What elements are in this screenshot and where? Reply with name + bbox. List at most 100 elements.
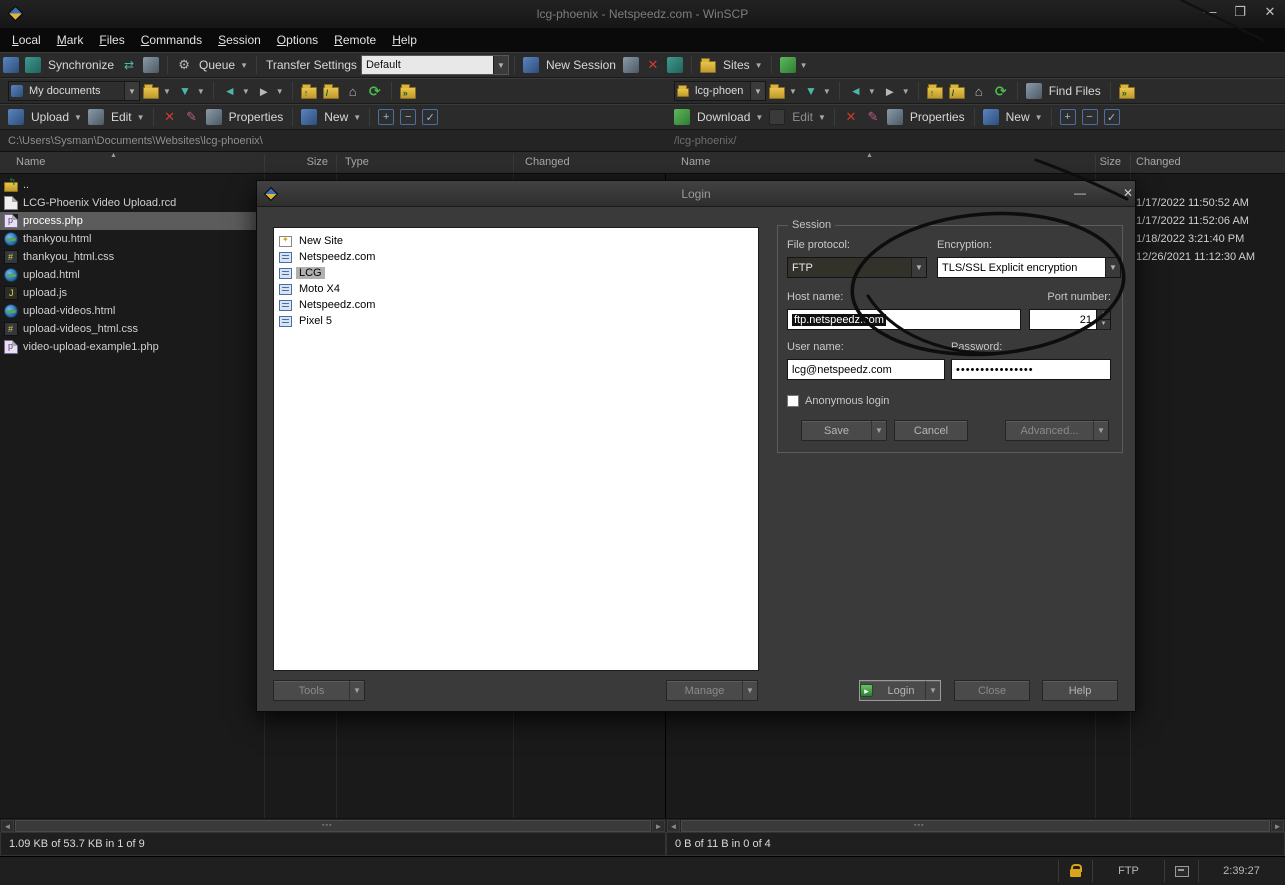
- forward-icon[interactable]: ►: [882, 83, 898, 99]
- edit-icon[interactable]: [88, 109, 104, 125]
- queue-gear-icon[interactable]: ⚙: [176, 57, 192, 73]
- right-horizontal-scrollbar[interactable]: ◄ ▪▪▪ ►: [666, 818, 1285, 832]
- home-directory-icon[interactable]: ⌂: [971, 83, 987, 99]
- chevron-down-icon[interactable]: ▼: [911, 258, 926, 277]
- transfer-settings-combo[interactable]: Default ▼: [361, 55, 509, 75]
- new-button[interactable]: New: [1006, 110, 1030, 124]
- scroll-right-icon[interactable]: ►: [1271, 820, 1284, 832]
- column-size[interactable]: Size: [1066, 156, 1121, 168]
- open-directory-icon[interactable]: [143, 87, 159, 99]
- copy-path-icon[interactable]: »: [1119, 87, 1135, 99]
- new-file-icon[interactable]: [301, 109, 317, 125]
- compare-icon[interactable]: ⇄: [121, 57, 137, 73]
- menu-session[interactable]: Session: [210, 29, 269, 51]
- upload-icon[interactable]: [8, 109, 24, 125]
- duplicate-session-icon[interactable]: [623, 57, 639, 73]
- column-size[interactable]: Size: [268, 156, 328, 168]
- spin-up-icon[interactable]: ▲: [1097, 310, 1110, 320]
- download-button[interactable]: Download: [697, 110, 750, 124]
- manage-dropdown-icon[interactable]: ▼: [742, 681, 757, 700]
- menu-mark[interactable]: Mark: [49, 29, 92, 51]
- menu-local[interactable]: Local: [4, 29, 49, 51]
- site-item[interactable]: New Site: [277, 233, 755, 249]
- refresh-icon[interactable]: ⟳: [993, 83, 1009, 99]
- properties-button[interactable]: Properties: [910, 110, 965, 124]
- help-button[interactable]: Help: [1042, 680, 1118, 701]
- column-changed[interactable]: Changed: [525, 156, 570, 168]
- upload-button[interactable]: Upload: [31, 110, 69, 124]
- scrollbar-thumb[interactable]: [681, 820, 1270, 832]
- back-icon[interactable]: ◄: [222, 83, 238, 99]
- new-session-button[interactable]: New Session: [546, 58, 616, 72]
- host-name-input[interactable]: ftp.netspeedz.com: [787, 309, 1021, 330]
- scroll-right-icon[interactable]: ►: [652, 820, 665, 832]
- cancel-button[interactable]: Cancel: [894, 420, 968, 441]
- right-drive-combo[interactable]: lcg-phoen ▼: [674, 81, 766, 101]
- scroll-left-icon[interactable]: ◄: [1, 820, 14, 832]
- site-item[interactable]: Netspeedz.com: [277, 249, 755, 265]
- close-dialog-button[interactable]: Close: [954, 680, 1030, 701]
- synchronize-browsing-icon[interactable]: [143, 57, 159, 73]
- site-item-selected[interactable]: LCG: [277, 265, 755, 281]
- forward-icon[interactable]: ►: [256, 83, 272, 99]
- close-session-icon[interactable]: ✕: [645, 57, 661, 73]
- right-address-bar[interactable]: /lcg-phoenix/: [666, 130, 1285, 152]
- file-protocol-combo[interactable]: FTP ▼: [787, 257, 927, 278]
- root-directory-icon[interactable]: /: [949, 87, 965, 99]
- open-directory-icon[interactable]: [769, 87, 785, 99]
- synchronize-icon[interactable]: [25, 57, 41, 73]
- select-all-icon[interactable]: +: [1060, 109, 1076, 125]
- root-directory-icon[interactable]: /: [323, 87, 339, 99]
- tools-button[interactable]: Tools ▼: [273, 680, 365, 701]
- protocol-cell[interactable]: FTP: [1092, 860, 1164, 882]
- parent-directory-icon[interactable]: ↑: [927, 87, 943, 99]
- save-button[interactable]: Save ▼: [801, 420, 887, 441]
- console-cell[interactable]: [1164, 860, 1198, 882]
- download-icon[interactable]: [674, 109, 690, 125]
- save-dropdown-icon[interactable]: ▼: [871, 421, 886, 440]
- rename-icon[interactable]: ✎: [184, 109, 200, 125]
- menu-remote[interactable]: Remote: [326, 29, 384, 51]
- menu-commands[interactable]: Commands: [133, 29, 210, 51]
- find-files-icon[interactable]: [1026, 83, 1042, 99]
- password-input[interactable]: ••••••••••••••••: [951, 359, 1111, 380]
- column-changed[interactable]: Changed: [1136, 156, 1181, 168]
- unselect-all-icon[interactable]: −: [1082, 109, 1098, 125]
- delete-icon[interactable]: ✕: [162, 109, 178, 125]
- scrollbar-thumb[interactable]: [15, 820, 651, 832]
- menu-options[interactable]: Options: [269, 29, 326, 51]
- column-name[interactable]: Name: [16, 156, 45, 168]
- menu-help[interactable]: Help: [384, 29, 425, 51]
- port-number-input[interactable]: 21 ▲▼: [1029, 309, 1111, 330]
- minimize-button[interactable]: —: [1201, 4, 1219, 20]
- encryption-lock-cell[interactable]: [1058, 860, 1092, 882]
- workspace-icon[interactable]: [667, 57, 683, 73]
- column-type[interactable]: Type: [345, 156, 369, 168]
- edit-icon[interactable]: [769, 109, 785, 125]
- properties-icon[interactable]: [887, 109, 903, 125]
- filter-icon[interactable]: ▼: [177, 83, 193, 99]
- queue-button[interactable]: Queue: [199, 58, 235, 72]
- close-button[interactable]: ✕: [1261, 4, 1279, 20]
- color-scheme-icon[interactable]: [780, 57, 796, 73]
- column-name[interactable]: Name: [681, 156, 710, 168]
- invert-selection-icon[interactable]: ✓: [422, 109, 438, 125]
- chevron-down-icon[interactable]: ▼: [493, 56, 508, 74]
- dialog-title-bar[interactable]: Login — ✕: [257, 181, 1135, 207]
- invert-selection-icon[interactable]: ✓: [1104, 109, 1120, 125]
- chevron-down-icon[interactable]: ▼: [750, 82, 765, 100]
- login-dropdown-icon[interactable]: ▼: [925, 681, 940, 700]
- copy-path-icon[interactable]: »: [400, 87, 416, 99]
- properties-icon[interactable]: [206, 109, 222, 125]
- new-session-icon[interactable]: [523, 57, 539, 73]
- left-horizontal-scrollbar[interactable]: ◄ ▪▪▪ ►: [0, 818, 666, 832]
- rename-icon[interactable]: ✎: [865, 109, 881, 125]
- dialog-minimize-button[interactable]: —: [1071, 186, 1089, 200]
- maximize-button[interactable]: ❐: [1231, 4, 1249, 20]
- manage-button[interactable]: Manage ▼: [666, 680, 758, 701]
- back-icon[interactable]: ◄: [848, 83, 864, 99]
- new-button[interactable]: New: [324, 110, 348, 124]
- home-directory-icon[interactable]: ⌂: [345, 83, 361, 99]
- parent-directory-icon[interactable]: ↑: [301, 87, 317, 99]
- filter-icon[interactable]: ▼: [803, 83, 819, 99]
